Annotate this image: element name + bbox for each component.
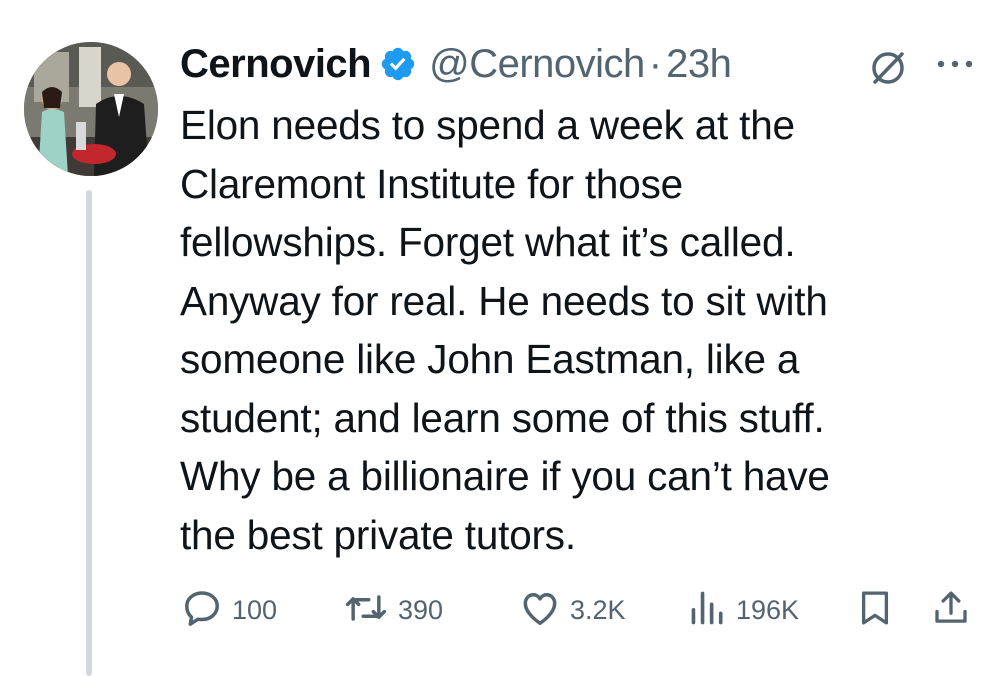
repost-button[interactable]: 390	[342, 586, 443, 634]
tweet-time[interactable]: 23h	[666, 42, 732, 87]
heart-icon	[518, 586, 562, 635]
header-separator: ·	[648, 41, 663, 86]
tweet-text-line: Claremont Institute for those	[180, 160, 683, 207]
repost-count: 390	[398, 594, 444, 625]
more-icon[interactable]	[935, 52, 975, 81]
like-count: 3.2K	[570, 594, 626, 625]
tweet-actions: 100 390 3.2K 196K	[180, 586, 980, 634]
bookmark-icon	[854, 586, 896, 635]
analytics-icon	[688, 586, 728, 635]
verified-badge-icon	[379, 45, 417, 83]
views-count: 196K	[736, 594, 800, 625]
tweet-text-line: fellowships. Forget what it’s called.	[180, 219, 796, 265]
thread-line	[86, 190, 92, 676]
like-button[interactable]: 3.2K	[518, 586, 626, 634]
tweet-text-line: student; and learn some of this stuff.	[180, 394, 825, 441]
tweet-text-line: Why be a billionaire if you can’t have	[180, 453, 830, 499]
tweet-text-line: the best private tutors.	[180, 511, 576, 558]
tweet-text-line: Elon needs to spend a week at the	[180, 102, 795, 148]
tweet-text-line: Anyway for real. He needs to sit with	[180, 277, 828, 324]
bookmark-button[interactable]	[854, 586, 896, 634]
avatar-photo	[24, 42, 158, 176]
repost-icon	[342, 586, 390, 635]
tweet-text-line: someone like John Eastman, like a	[180, 336, 800, 382]
views-button[interactable]: 196K	[688, 586, 799, 634]
reply-count: 100	[232, 594, 278, 625]
avatar[interactable]	[24, 42, 158, 176]
tweet-text: Elon needs to spend a week at the Clarem…	[180, 96, 980, 564]
share-icon	[930, 586, 972, 635]
grok-icon[interactable]	[868, 48, 908, 93]
author-handle[interactable]: @Cernovich	[429, 42, 645, 87]
author-name[interactable]: Cernovich	[180, 42, 372, 87]
reply-button[interactable]: 100	[180, 586, 277, 634]
reply-icon	[180, 586, 224, 635]
tweet-header: Cernovich @Cernovich · 23h	[180, 36, 732, 92]
share-button[interactable]	[930, 586, 972, 634]
